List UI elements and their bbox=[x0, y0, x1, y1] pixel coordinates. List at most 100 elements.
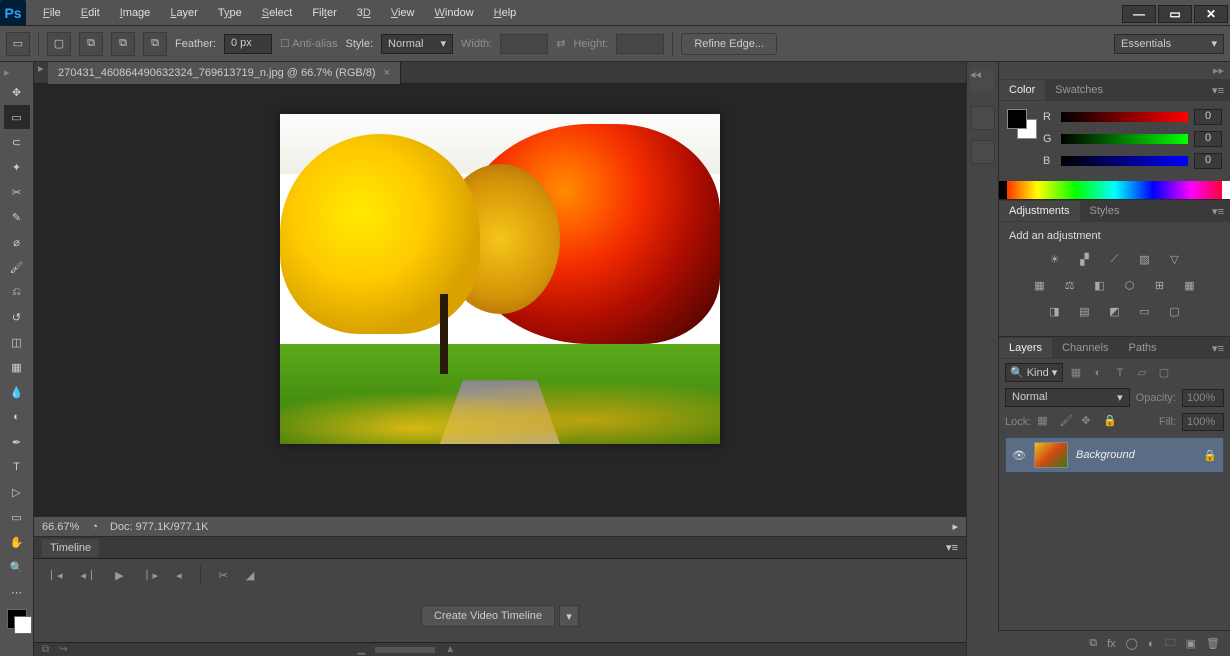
fg-bg-swatch[interactable] bbox=[1007, 109, 1037, 139]
menu-3d[interactable]: 3D bbox=[348, 3, 380, 23]
timeline-type-dropdown[interactable]: ▾ bbox=[559, 605, 579, 627]
opacity-value[interactable]: 100% bbox=[1182, 389, 1224, 407]
filter-adjustment-icon[interactable]: ◐ bbox=[1089, 364, 1107, 382]
dodge-tool[interactable]: ◐ bbox=[4, 405, 30, 429]
layer-name[interactable]: Background bbox=[1076, 449, 1135, 461]
tab-layers[interactable]: Layers bbox=[999, 338, 1052, 358]
properties-panel-icon[interactable] bbox=[971, 140, 995, 164]
bw-icon[interactable]: ◧ bbox=[1090, 276, 1110, 294]
brightness-icon[interactable]: ☀ bbox=[1045, 250, 1065, 268]
b-slider[interactable] bbox=[1061, 156, 1188, 166]
g-value[interactable]: 0 bbox=[1194, 131, 1222, 147]
adjustments-panel-menu-icon[interactable]: ▾≡ bbox=[1206, 205, 1230, 218]
color-panel-menu-icon[interactable]: ▾≡ bbox=[1206, 84, 1230, 97]
layer-filter-kind[interactable]: 🔍Kind ▾ bbox=[1005, 363, 1063, 382]
color-balance-icon[interactable]: ⚖ bbox=[1060, 276, 1080, 294]
foreground-background-color[interactable] bbox=[7, 609, 27, 629]
r-value[interactable]: 0 bbox=[1194, 109, 1222, 125]
pen-tool[interactable]: ✒ bbox=[4, 430, 30, 454]
timeline-menu-icon[interactable]: ▾≡ bbox=[946, 541, 958, 554]
menu-view[interactable]: View bbox=[382, 3, 424, 23]
menu-edit[interactable]: Edit bbox=[72, 3, 109, 23]
expand-panels-icon[interactable]: ◂◂ bbox=[970, 68, 994, 92]
channel-mixer-icon[interactable]: ⊞ bbox=[1150, 276, 1170, 294]
workspace-select[interactable]: Essentials▾ bbox=[1114, 34, 1224, 54]
curves-icon[interactable]: ⟋ bbox=[1105, 250, 1125, 268]
status-arrow-icon[interactable]: ▸ bbox=[952, 520, 958, 533]
shape-tool[interactable]: ▭ bbox=[4, 505, 30, 529]
status-info-icon[interactable]: ◔ bbox=[91, 521, 98, 533]
blend-mode-select[interactable]: Normal▾ bbox=[1005, 388, 1130, 407]
zoom-tool[interactable]: 🔍 bbox=[4, 555, 30, 579]
create-video-timeline-button[interactable]: Create Video Timeline bbox=[421, 605, 555, 627]
new-layer-icon[interactable]: ▣ bbox=[1186, 637, 1196, 650]
layer-visibility-icon[interactable]: 👁 bbox=[1012, 449, 1026, 462]
posterize-icon[interactable]: ▤ bbox=[1075, 302, 1095, 320]
magic-wand-tool[interactable]: ✦ bbox=[4, 155, 30, 179]
close-button[interactable]: ✕ bbox=[1194, 5, 1228, 23]
tab-styles[interactable]: Styles bbox=[1080, 201, 1130, 221]
crop-tool[interactable]: ✂ bbox=[4, 180, 30, 204]
marquee-tool[interactable]: ▭ bbox=[4, 105, 30, 129]
clone-stamp-tool[interactable]: ⎌ bbox=[4, 280, 30, 304]
timeline-tab[interactable]: Timeline bbox=[42, 539, 99, 557]
hue-sat-icon[interactable]: ▦ bbox=[1030, 276, 1050, 294]
menu-select[interactable]: Select bbox=[253, 3, 302, 23]
r-slider[interactable] bbox=[1061, 112, 1188, 122]
threshold-icon[interactable]: ◩ bbox=[1105, 302, 1125, 320]
maximize-button[interactable]: ▭ bbox=[1158, 5, 1192, 23]
close-tab-icon[interactable]: × bbox=[384, 67, 390, 79]
layers-panel-menu-icon[interactable]: ▾≡ bbox=[1206, 342, 1230, 355]
eraser-tool[interactable]: ◫ bbox=[4, 330, 30, 354]
lock-transparency-icon[interactable]: ▦ bbox=[1037, 414, 1053, 430]
menu-layer[interactable]: Layer bbox=[161, 3, 207, 23]
tab-channels[interactable]: Channels bbox=[1052, 338, 1118, 358]
timeline-nav-icon[interactable]: ⧉ bbox=[42, 644, 49, 655]
color-lookup-icon[interactable]: ▦ bbox=[1180, 276, 1200, 294]
levels-icon[interactable]: ▞ bbox=[1075, 250, 1095, 268]
filter-smart-icon[interactable]: ▢ bbox=[1155, 364, 1173, 382]
selective-color-icon[interactable]: ▢ bbox=[1165, 302, 1185, 320]
minimize-button[interactable]: ― bbox=[1122, 5, 1156, 23]
tab-paths[interactable]: Paths bbox=[1119, 338, 1167, 358]
prev-frame-icon[interactable]: ◂丨 bbox=[81, 567, 98, 583]
doc-collapse-icon[interactable]: ▸ bbox=[38, 62, 44, 75]
layer-lock-icon[interactable]: 🔒 bbox=[1203, 449, 1217, 462]
photo-filter-icon[interactable]: ⬡ bbox=[1120, 276, 1140, 294]
add-selection-icon[interactable]: ⧉ bbox=[79, 32, 103, 56]
gradient-map-icon[interactable]: ▭ bbox=[1135, 302, 1155, 320]
tool-preset-icon[interactable]: ▭ bbox=[6, 32, 30, 56]
play-icon[interactable]: ▶ bbox=[115, 569, 123, 582]
lock-image-icon[interactable]: 🖌 bbox=[1059, 414, 1075, 430]
healing-brush-tool[interactable]: ⌀ bbox=[4, 230, 30, 254]
tab-color[interactable]: Color bbox=[999, 80, 1045, 100]
color-spectrum[interactable] bbox=[999, 181, 1230, 199]
filter-pixel-icon[interactable]: ▦ bbox=[1067, 364, 1085, 382]
timeline-zoom-out-icon[interactable]: ▁ bbox=[358, 644, 366, 655]
toolbox-collapse-icon[interactable]: ▸ bbox=[0, 66, 10, 79]
g-slider[interactable] bbox=[1061, 134, 1188, 144]
timeline-redo-icon[interactable]: ↪ bbox=[59, 644, 67, 655]
path-selection-tool[interactable]: ▷ bbox=[4, 480, 30, 504]
menu-image[interactable]: Image bbox=[111, 3, 160, 23]
go-last-icon[interactable]: ◂ bbox=[176, 569, 182, 582]
menu-type[interactable]: Type bbox=[209, 3, 251, 23]
collapse-panels-icon[interactable]: ▸▸ bbox=[999, 62, 1230, 79]
next-frame-icon[interactable]: 丨▸ bbox=[142, 567, 159, 583]
new-adjustment-layer-icon[interactable]: ◐ bbox=[1148, 638, 1155, 650]
history-brush-tool[interactable]: ↺ bbox=[4, 305, 30, 329]
feather-input[interactable]: 0 px bbox=[224, 34, 272, 54]
layer-fx-icon[interactable]: fx bbox=[1107, 638, 1116, 650]
brush-tool[interactable]: 🖌 bbox=[4, 255, 30, 279]
delete-layer-icon[interactable]: 🗑 bbox=[1206, 637, 1220, 650]
move-tool[interactable]: ✥ bbox=[4, 80, 30, 104]
canvas-viewport[interactable] bbox=[34, 84, 966, 516]
intersect-selection-icon[interactable]: ⧉ bbox=[143, 32, 167, 56]
layer-row[interactable]: 👁 Background 🔒 bbox=[1005, 437, 1224, 473]
hand-tool[interactable]: ✋ bbox=[4, 530, 30, 554]
add-mask-icon[interactable]: ◯ bbox=[1126, 637, 1138, 650]
fill-value[interactable]: 100% bbox=[1182, 413, 1224, 431]
scissors-icon[interactable]: ✂ bbox=[219, 569, 228, 582]
foreground-color-swatch[interactable] bbox=[1007, 109, 1027, 129]
history-panel-icon[interactable] bbox=[971, 106, 995, 130]
